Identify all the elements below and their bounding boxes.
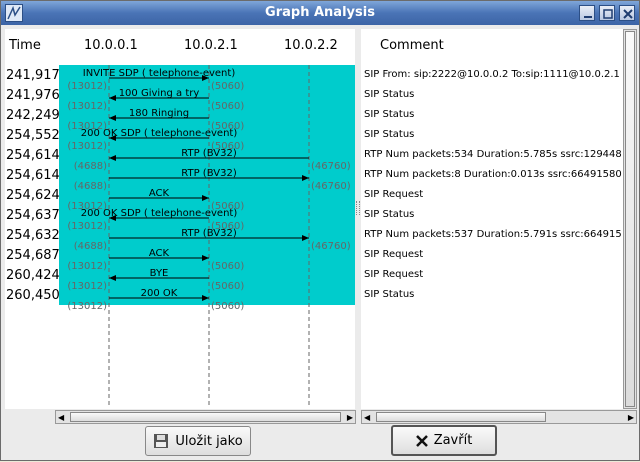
time-cell: 254,614 bbox=[6, 168, 60, 183]
time-cell: 260,450 bbox=[6, 288, 60, 303]
time-cell: 254,552 bbox=[6, 128, 60, 143]
close-button[interactable]: Zavřít bbox=[391, 425, 497, 456]
comment-horizontal-scrollbar[interactable]: ◀ ▶ bbox=[361, 410, 637, 424]
floppy-icon bbox=[154, 434, 169, 448]
close-icon bbox=[415, 434, 428, 447]
node-header-1: 10.0.0.1 bbox=[84, 38, 138, 53]
pane-splitter[interactable] bbox=[356, 201, 360, 215]
comment-cell[interactable]: SIP Request bbox=[364, 249, 622, 269]
graph-scrollbar-thumb[interactable] bbox=[70, 412, 341, 422]
save-as-label: Uložit jako bbox=[175, 433, 243, 449]
comment-scroll-left-icon[interactable]: ◀ bbox=[364, 413, 370, 422]
comment-scrollbar-thumb[interactable] bbox=[376, 412, 546, 422]
window-title: Graph Analysis bbox=[265, 5, 375, 20]
comment-cell[interactable]: SIP Status bbox=[364, 289, 622, 309]
scroll-left-icon[interactable]: ◀ bbox=[58, 413, 64, 422]
time-cell: 260,424 bbox=[6, 268, 60, 283]
title-bar: Graph Analysis bbox=[1, 1, 639, 25]
time-cell: 241,917 bbox=[6, 68, 60, 83]
graph-analysis-window: Graph Analysis Time 10.0.0.1 10.0.2.1 10… bbox=[0, 0, 640, 461]
comment-header: Comment bbox=[380, 38, 444, 53]
comment-cell[interactable]: SIP Status bbox=[364, 129, 622, 149]
time-cell: 254,637 bbox=[6, 208, 60, 223]
comment-scroll-right-icon[interactable]: ▶ bbox=[628, 413, 634, 422]
time-cell: 254,632 bbox=[6, 228, 60, 243]
comment-cell[interactable]: SIP Request bbox=[364, 189, 622, 209]
flow-graph-panel[interactable] bbox=[59, 65, 355, 305]
time-cell: 254,687 bbox=[6, 248, 60, 263]
time-cell: 241,976 bbox=[6, 88, 60, 103]
time-cell: 242,249 bbox=[6, 108, 60, 123]
close-label: Zavřít bbox=[433, 433, 473, 448]
vertical-scrollbar[interactable] bbox=[623, 29, 637, 409]
time-header: Time bbox=[9, 38, 41, 53]
vertical-scrollbar-thumb[interactable] bbox=[625, 31, 635, 407]
comment-cell[interactable]: SIP Request bbox=[364, 269, 622, 289]
comment-cell[interactable]: SIP Status bbox=[364, 209, 622, 229]
graph-horizontal-scrollbar[interactable]: ◀ ▶ bbox=[55, 410, 356, 424]
close-window-icon[interactable] bbox=[619, 5, 635, 21]
maximize-icon[interactable] bbox=[599, 5, 615, 21]
node-header-3: 10.0.2.2 bbox=[284, 38, 338, 53]
comment-cell[interactable]: SIP From: sip:2222@10.0.0.2 To:sip:1111@… bbox=[364, 69, 622, 89]
save-as-button[interactable]: Uložit jako bbox=[145, 426, 251, 456]
comment-cell[interactable]: SIP Status bbox=[364, 109, 622, 129]
comment-cell[interactable]: SIP Status bbox=[364, 89, 622, 109]
comment-cell[interactable]: RTP Num packets:534 Duration:5.785s ssrc… bbox=[364, 149, 622, 169]
time-cell: 254,614 bbox=[6, 148, 60, 163]
comment-cell[interactable]: RTP Num packets:8 Duration:0.013s ssrc:6… bbox=[364, 169, 622, 189]
scroll-right-icon[interactable]: ▶ bbox=[347, 413, 353, 422]
node-header-2: 10.0.2.1 bbox=[184, 38, 238, 53]
time-cell: 254,624 bbox=[6, 188, 60, 203]
comment-cell[interactable]: RTP Num packets:537 Duration:5.791s ssrc… bbox=[364, 229, 622, 249]
minimize-icon[interactable] bbox=[579, 5, 595, 21]
